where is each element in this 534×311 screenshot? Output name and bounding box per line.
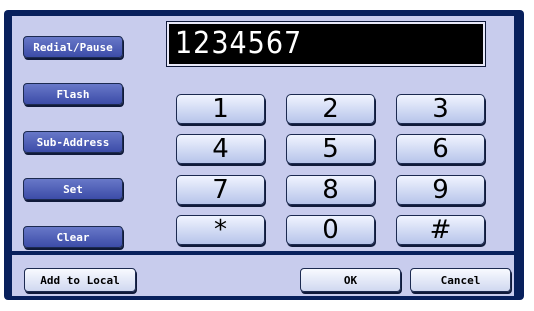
redial-pause-button[interactable]: Redial/Pause (23, 36, 123, 58)
key-4[interactable]: 4 (176, 134, 265, 164)
add-to-local-button[interactable]: Add to Local (24, 268, 136, 292)
key-9[interactable]: 9 (396, 175, 485, 205)
key-0[interactable]: 0 (286, 215, 375, 245)
key-6[interactable]: 6 (396, 134, 485, 164)
flash-button[interactable]: Flash (23, 83, 123, 105)
key-3[interactable]: 3 (396, 94, 485, 124)
sub-address-button[interactable]: Sub-Address (23, 131, 123, 153)
clear-button[interactable]: Clear (23, 226, 123, 248)
key-7[interactable]: 7 (176, 175, 265, 205)
key-8[interactable]: 8 (286, 175, 375, 205)
ok-button[interactable]: OK (300, 268, 401, 292)
key-hash[interactable]: # (396, 215, 485, 245)
number-display: 1234567 (166, 21, 486, 67)
key-star[interactable]: * (176, 215, 265, 245)
cancel-button[interactable]: Cancel (410, 268, 511, 292)
key-5[interactable]: 5 (286, 134, 375, 164)
set-button[interactable]: Set (23, 178, 123, 200)
key-2[interactable]: 2 (286, 94, 375, 124)
key-1[interactable]: 1 (176, 94, 265, 124)
